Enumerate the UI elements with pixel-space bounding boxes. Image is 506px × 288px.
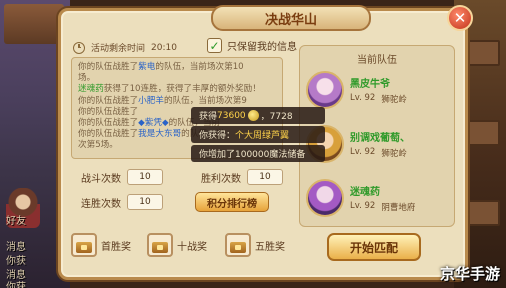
timer-value: 20:10: [151, 42, 177, 53]
battle-dialog: 决战华山 ✕ 活动剩余时间 20:10 ✓ 只保留我的信息 你的队伍战胜了紫电的…: [58, 5, 473, 280]
streak-label: 连胜次数: [81, 198, 121, 210]
member-name: 别调戏葡萄、: [350, 133, 410, 144]
team-title: 当前队伍: [357, 55, 397, 66]
battles-label: 战斗次数: [81, 173, 121, 185]
battles-value: 10: [127, 169, 163, 185]
dialog-title: 决战华山: [211, 5, 371, 31]
member-level: Lv. 92: [350, 147, 376, 157]
side-chat-text: 你获: [6, 256, 26, 267]
member-level: Lv. 92: [350, 201, 376, 211]
battles-count: 战斗次数 10: [81, 169, 163, 185]
chest-icon: [147, 233, 173, 257]
chest-icon: [225, 233, 251, 257]
reward-label: 十战奖: [177, 241, 207, 253]
side-chat-text: 你获: [6, 282, 26, 288]
log-line: 你的队伍战胜了小肥羊的队伍，当前场次第9: [78, 95, 247, 106]
chest-icon: [71, 233, 97, 257]
avatar: [306, 179, 344, 217]
reward-toast: 你增加了100000魔法储备: [191, 145, 325, 162]
clock-icon: [73, 41, 85, 54]
reward-label: 首胜奖: [101, 241, 131, 253]
member-name: 迷魂药: [350, 187, 380, 198]
team-member[interactable]: 迷魂药 Lv. 92 阴曹地府: [306, 176, 450, 220]
start-match-button[interactable]: 开始匹配: [327, 233, 421, 261]
member-name: 黑皮牛爷: [350, 79, 390, 90]
keep-my-info-toggle[interactable]: ✓ 只保留我的信息: [207, 38, 297, 53]
checkbox[interactable]: ✓: [207, 38, 222, 53]
member-school: 狮驼岭: [381, 149, 407, 159]
side-chat-text: 好友: [6, 216, 26, 227]
member-school: 阴曹地府: [381, 203, 416, 213]
log-line: 场。: [78, 73, 96, 84]
watermark: 京华手游: [439, 265, 500, 283]
timer-label: 活动剩余时间: [91, 44, 146, 54]
team-member[interactable]: 黑皮牛爷 Lv. 92 狮驼岭: [306, 68, 450, 112]
wins-count: 胜利次数 10: [201, 169, 283, 185]
wins-label: 胜利次数: [201, 173, 241, 185]
wins-value: 10: [247, 169, 283, 185]
reward-first-win[interactable]: 首胜奖: [71, 233, 131, 257]
member-level: Lv. 92: [350, 93, 376, 103]
reward-toast: 获得 73600 ，7728: [191, 107, 325, 124]
building-roof: [4, 4, 64, 44]
team-member[interactable]: 别调戏葡萄、 Lv. 92 狮驼岭: [306, 122, 450, 166]
reward-ten-battles[interactable]: 十战奖: [147, 233, 207, 257]
member-school: 狮驼岭: [381, 95, 407, 105]
streak-count: 连胜次数 10: [81, 194, 163, 210]
check-icon: ✓: [209, 38, 220, 53]
reward-toast: 你获得： 个大周绿芦翼: [191, 126, 325, 143]
ranking-button[interactable]: 积分排行榜: [195, 192, 269, 212]
log-line: 你的队伍战胜了紫电的队伍，当前场次第10: [78, 62, 244, 72]
close-button[interactable]: ✕: [447, 5, 473, 31]
activity-timer: 活动剩余时间 20:10: [73, 41, 177, 54]
close-icon: ✕: [453, 9, 467, 27]
reward-five-wins[interactable]: 五胜奖: [225, 233, 285, 257]
coin-icon: [247, 110, 259, 121]
streak-value: 10: [127, 194, 163, 210]
side-chat-text: 消息: [6, 242, 26, 253]
avatar: [306, 71, 344, 109]
log-line: 迷魂药获得了10连胜，获得了丰厚的额外奖励！: [78, 84, 261, 95]
keep-info-label: 只保留我的信息: [227, 42, 297, 53]
reward-label: 五胜奖: [255, 241, 285, 253]
